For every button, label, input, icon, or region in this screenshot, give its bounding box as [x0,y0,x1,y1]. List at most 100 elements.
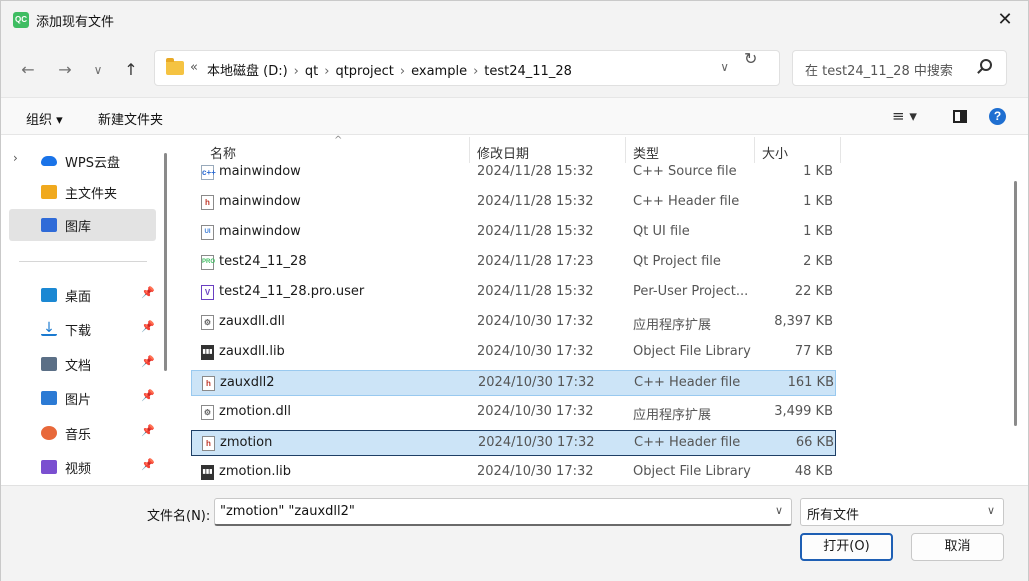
file-row[interactable]: c++ mainwindow 2024/11/28 15:32 C++ Sour… [191,160,836,186]
preview-pane-icon[interactable] [953,110,967,123]
sidebar-item-music[interactable]: 音乐 📌 [9,417,156,449]
file-name-input[interactable]: "zmotion" "zauxdll2" ∨ [214,498,792,526]
dll-file-icon: ⚙ [201,405,214,420]
pin-icon: 📌 [141,320,155,333]
chevron-down-icon[interactable]: ∨ [775,504,783,517]
sidebar-item-pictures[interactable]: 图片 📌 [9,382,156,414]
file-row[interactable]: ⚙ zmotion.dll 2024/10/30 17:32 应用程序扩展 3,… [191,400,836,426]
more-locations-button[interactable]: « [190,60,198,75]
up-button[interactable]: ↑ [118,57,144,83]
navigation-bar: ← → ∨ ↑ « 本地磁盘 (D:) › qt › qtproject › example… [1,39,1028,97]
file-name: zmotion [220,435,273,450]
refresh-button[interactable]: ↻ [744,49,757,68]
file-row-selected-focused[interactable]: h zmotion 2024/10/30 17:32 C++ Header fi… [191,430,836,456]
help-icon[interactable]: ? [989,108,1006,125]
file-type: Object File Library [633,464,751,479]
file-type: Per-User Project... [633,284,749,299]
forward-button[interactable]: → [52,57,78,83]
sidebar-item-videos[interactable]: 视频 📌 [9,451,156,483]
pictures-icon [41,391,57,405]
file-list-scrollbar[interactable] [1014,181,1017,426]
open-button[interactable]: 打开(O) [800,533,893,561]
pin-icon: 📌 [141,286,155,299]
video-icon [41,460,57,474]
breadcrumb-separator[interactable]: › [294,64,299,79]
sidebar-item-label: 图片 [65,393,92,408]
file-name: zauxdll2 [220,375,275,390]
sidebar-item-downloads[interactable]: ↓ 下载 📌 [9,313,156,345]
file-name-area: 文件名(N): "zmotion" "zauxdll2" ∨ 所有文件 ∨ 打开… [1,485,1028,581]
sidebar-item-gallery[interactable]: 图库 [9,209,156,241]
file-date: 2024/10/30 17:32 [478,435,595,450]
sidebar-item-label: 桌面 [65,290,92,305]
breadcrumb-current[interactable]: test24_11_28 [484,64,572,79]
search-input[interactable]: 在 test24_11_28 中搜索 [792,50,1007,86]
organize-button[interactable]: 组织 ▾ [26,109,63,128]
breadcrumb-example[interactable]: example [411,64,467,79]
file-type: C++ Source file [633,164,737,179]
cancel-button[interactable]: 取消 [911,533,1004,561]
column-divider[interactable] [840,137,841,163]
file-row[interactable]: PRO test24_11_28 2024/11/28 17:23 Qt Pro… [191,250,836,276]
new-folder-button[interactable]: 新建文件夹 [98,109,163,128]
file-size: 22 KB [794,284,833,299]
gallery-icon [41,218,57,232]
view-options-button[interactable]: ≡ ▾ [892,107,917,125]
breadcrumb: 本地磁盘 (D:) › qt › qtproject › example › test24_11… [207,60,572,79]
sidebar-item-label: 文档 [65,359,92,374]
dll-file-icon: ⚙ [201,315,214,330]
folder-icon [166,58,184,75]
breadcrumb-qtproject[interactable]: qtproject [335,64,393,79]
file-row[interactable]: UI mainwindow 2024/11/28 15:32 Qt UI fil… [191,220,836,246]
desktop-icon [41,288,57,302]
cpp-file-icon: c++ [201,165,216,180]
file-type-select[interactable]: 所有文件 ∨ [800,498,1004,526]
window-title: 添加现有文件 [36,15,115,30]
breadcrumb-qt[interactable]: qt [305,64,318,79]
file-row[interactable]: V test24_11_28.pro.user 2024/11/28 15:32… [191,280,836,306]
recent-locations-button[interactable]: ∨ [85,57,111,83]
file-type: Qt Project file [633,254,721,269]
file-row[interactable]: ⚙ zauxdll.dll 2024/10/30 17:32 应用程序扩展 8,… [191,310,836,336]
sidebar-item-label: 音乐 [65,428,92,443]
file-name: zmotion.dll [219,404,291,419]
search-icon[interactable] [980,59,992,71]
file-size: 2 KB [803,254,833,269]
file-row-selected[interactable]: h zauxdll2 2024/10/30 17:32 C++ Header f… [191,370,836,396]
breadcrumb-separator[interactable]: › [473,64,478,79]
file-size: 8,397 KB [774,314,833,329]
sidebar-scrollbar[interactable] [164,153,167,371]
sidebar-item-documents[interactable]: 文档 📌 [9,348,156,380]
file-row[interactable]: ▮▮▮ zauxdll.lib 2024/10/30 17:32 Object … [191,340,836,366]
file-name-label: 文件名(N): [147,509,211,524]
breadcrumb-separator[interactable]: › [400,64,405,79]
cloud-icon [41,156,57,166]
address-bar[interactable]: « 本地磁盘 (D:) › qt › qtproject › example › test24_… [154,50,780,86]
file-row[interactable]: h mainwindow 2024/11/28 15:32 C++ Header… [191,190,836,216]
file-row[interactable]: ▮▮▮ zmotion.lib 2024/10/30 17:32 Object … [191,460,836,486]
chevron-down-icon[interactable]: ∨ [987,504,995,517]
pin-icon: 📌 [141,389,155,402]
user-project-file-icon: V [201,285,214,300]
expand-chevron-icon[interactable]: › [13,151,18,165]
home-icon [41,185,57,199]
sidebar-item-home[interactable]: 主文件夹 [9,176,156,208]
address-dropdown-icon[interactable]: ∨ [720,60,729,74]
file-date: 2024/10/30 17:32 [478,375,595,390]
file-name-value: "zmotion" "zauxdll2" [220,504,355,519]
file-name: test24_11_28.pro.user [219,284,365,299]
file-date: 2024/11/28 15:32 [477,284,594,299]
file-name: zauxdll.dll [219,314,285,329]
back-button[interactable]: ← [15,57,41,83]
file-type: C++ Header file [634,435,741,450]
close-button[interactable]: ✕ [982,1,1028,39]
sidebar-item-desktop[interactable]: 桌面 📌 [9,279,156,311]
sidebar-item-wps-cloud[interactable]: › WPS云盘 [9,145,156,177]
breadcrumb-separator[interactable]: › [324,64,329,79]
file-name: zauxdll.lib [219,344,285,359]
file-date: 2024/11/28 15:32 [477,194,594,209]
file-date: 2024/10/30 17:32 [477,464,594,479]
file-size: 1 KB [803,164,833,179]
breadcrumb-drive[interactable]: 本地磁盘 (D:) [207,64,288,79]
file-name: mainwindow [219,224,301,239]
